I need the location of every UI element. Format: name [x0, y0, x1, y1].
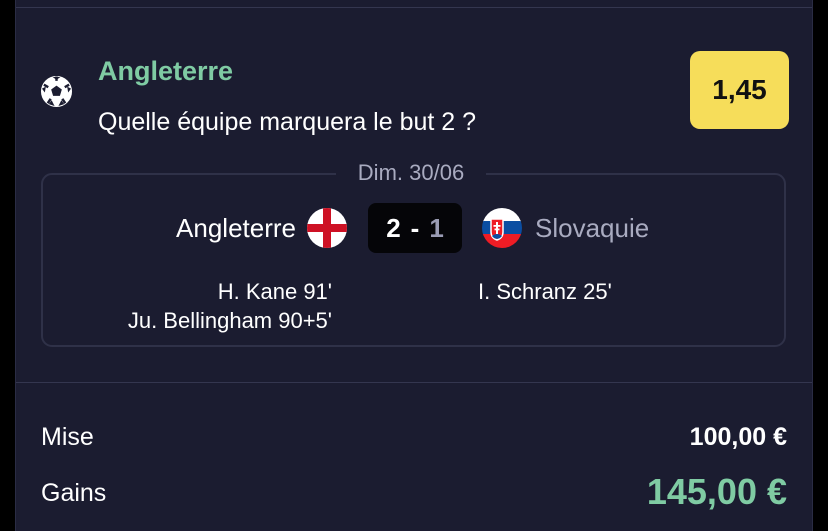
slovakia-flag-icon: [482, 208, 522, 248]
match-date: Dim. 30/06: [336, 158, 486, 188]
soccer-ball-icon: [40, 75, 73, 108]
away-team-name: Slovaquie: [535, 213, 650, 243]
stake-value: 100,00 €: [689, 423, 787, 451]
bet-question: Quelle équipe marquera le but 2 ?: [98, 108, 477, 136]
score-separator: -: [410, 212, 420, 243]
top-divider: [16, 7, 812, 8]
bet-card: Angleterre Quelle équipe marquera le but…: [15, 0, 813, 531]
odds-button[interactable]: 1,45: [690, 51, 789, 129]
england-flag-icon: [307, 208, 347, 248]
home-score: 2: [386, 212, 401, 243]
winnings-label: Gains: [41, 479, 107, 507]
home-team-name: Angleterre: [176, 213, 296, 243]
winnings-value: 145,00 €: [646, 471, 787, 512]
bet-team-title: Angleterre: [98, 56, 234, 86]
away-scorer: I. Schranz 25': [478, 279, 612, 304]
stake-label: Mise: [41, 423, 94, 451]
home-scorer: Ju. Bellingham 90+5': [127, 308, 332, 333]
home-scorer: H. Kane 91': [217, 279, 332, 304]
section-divider: [16, 382, 812, 383]
match-score: 2 - 1: [368, 203, 462, 253]
away-score: 1: [429, 212, 444, 243]
